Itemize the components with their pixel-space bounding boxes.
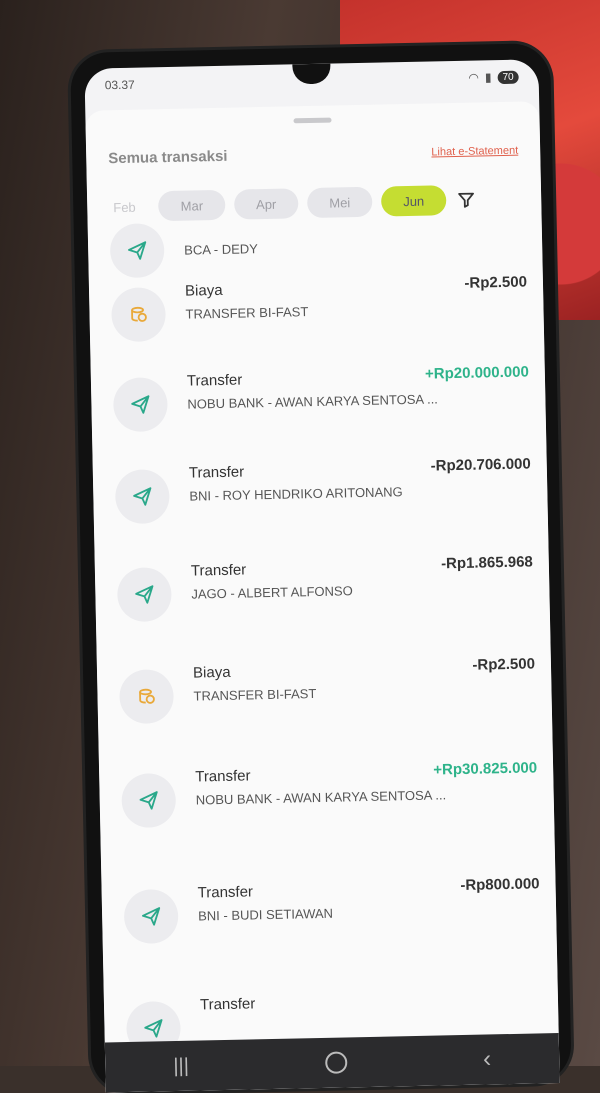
page-title: Semua transaksi (108, 147, 228, 168)
transaction-type: Transfer (190, 561, 247, 580)
transaction-amount: -Rp20.706.000 (430, 455, 531, 475)
home-icon[interactable] (324, 1051, 348, 1074)
send-icon (121, 772, 177, 829)
send-icon (109, 223, 165, 279)
transaction-type: Transfer (197, 883, 254, 902)
phone-frame: 03.37 ◠ ▮ 70 Semua transaksi Lihat e-Sta… (70, 42, 572, 1093)
transaction-description: TRANSFER BI-FAST (193, 686, 317, 704)
back-icon[interactable]: ‹ (483, 1045, 492, 1073)
transaction-amount: +Rp30.825.000 (433, 759, 538, 779)
transaction-description: BNI - ROY HENDRIKO ARITONANG (189, 484, 403, 504)
transaction-type: Transfer (195, 767, 251, 786)
transaction-amount: -Rp2.500 (472, 655, 536, 674)
transaction-row[interactable]: Biaya TRANSFER BI-FAST -Rp2.500 (89, 265, 545, 370)
transaction-type: Biaya (192, 663, 231, 682)
transaction-description: BCA - DEDY (184, 241, 259, 258)
sheet-drag-handle[interactable] (293, 117, 332, 124)
android-nav-bar: ||| ‹ (104, 1033, 560, 1093)
status-time: 03.37 (104, 77, 135, 93)
wifi-icon: ◠ (468, 70, 480, 85)
transaction-row[interactable]: Transfer JAGO - ALBERT ALFONSO -Rp1.865.96… (95, 545, 551, 650)
status-icons: ◠ ▮ 70 (468, 70, 519, 85)
transaction-row[interactable]: Biaya TRANSFER BI-FAST -Rp2.500 (97, 647, 553, 752)
transaction-row[interactable]: Transfer NOBU BANK - AWAN KARYA SENTOSA .… (91, 355, 547, 460)
transaction-amount: -Rp2.500 (464, 273, 528, 292)
estatement-link[interactable]: Lihat e-Statement (431, 144, 518, 158)
transaction-description: BNI - BUDI SETIAWAN (197, 905, 334, 924)
transaction-list: BCA - DEDY Biaya TRANSFER BI-FAST -Rp2.500 T… (88, 219, 560, 1092)
send-icon (114, 469, 170, 525)
transaction-type: Transfer (199, 995, 256, 1014)
transaction-description: NOBU BANK - AWAN KARYA SENTOSA ... (187, 391, 438, 412)
transaction-amount: -Rp800.000 (460, 875, 540, 895)
send-icon (123, 888, 179, 945)
transaction-row[interactable]: Transfer BNI - BUDI SETIAWAN -Rp800.000 (101, 867, 557, 972)
coin-icon (110, 287, 167, 343)
transaction-row[interactable]: Transfer BNI - ROY HENDRIKO ARITONANG -Rp2… (93, 447, 549, 552)
transaction-type: Transfer (186, 371, 243, 390)
battery-icon: 70 (497, 70, 519, 84)
phone-screen: 03.37 ◠ ▮ 70 Semua transaksi Lihat e-Sta… (84, 59, 560, 1093)
transactions-sheet: Semua transaksi Lihat e-Statement Feb Ma… (85, 101, 560, 1093)
transaction-description: NOBU BANK - AWAN KARYA SENTOSA ... (195, 787, 447, 808)
send-icon (112, 377, 168, 433)
sheet-header: Semua transaksi Lihat e-Statement (108, 142, 518, 168)
transaction-amount: +Rp20.000.000 (424, 363, 530, 383)
transaction-type: Transfer (188, 463, 245, 482)
transaction-type: Biaya (184, 281, 223, 300)
signal-icon: ▮ (484, 70, 492, 85)
coin-icon (118, 669, 175, 725)
transaction-row[interactable]: Transfer NOBU BANK - AWAN KARYA SENTOSA .… (99, 751, 555, 856)
transaction-amount: -Rp1.865.968 (440, 553, 533, 573)
transaction-description: JAGO - ALBERT ALFONSO (191, 583, 353, 602)
transaction-description: TRANSFER BI-FAST (185, 304, 309, 322)
send-icon (116, 567, 172, 623)
